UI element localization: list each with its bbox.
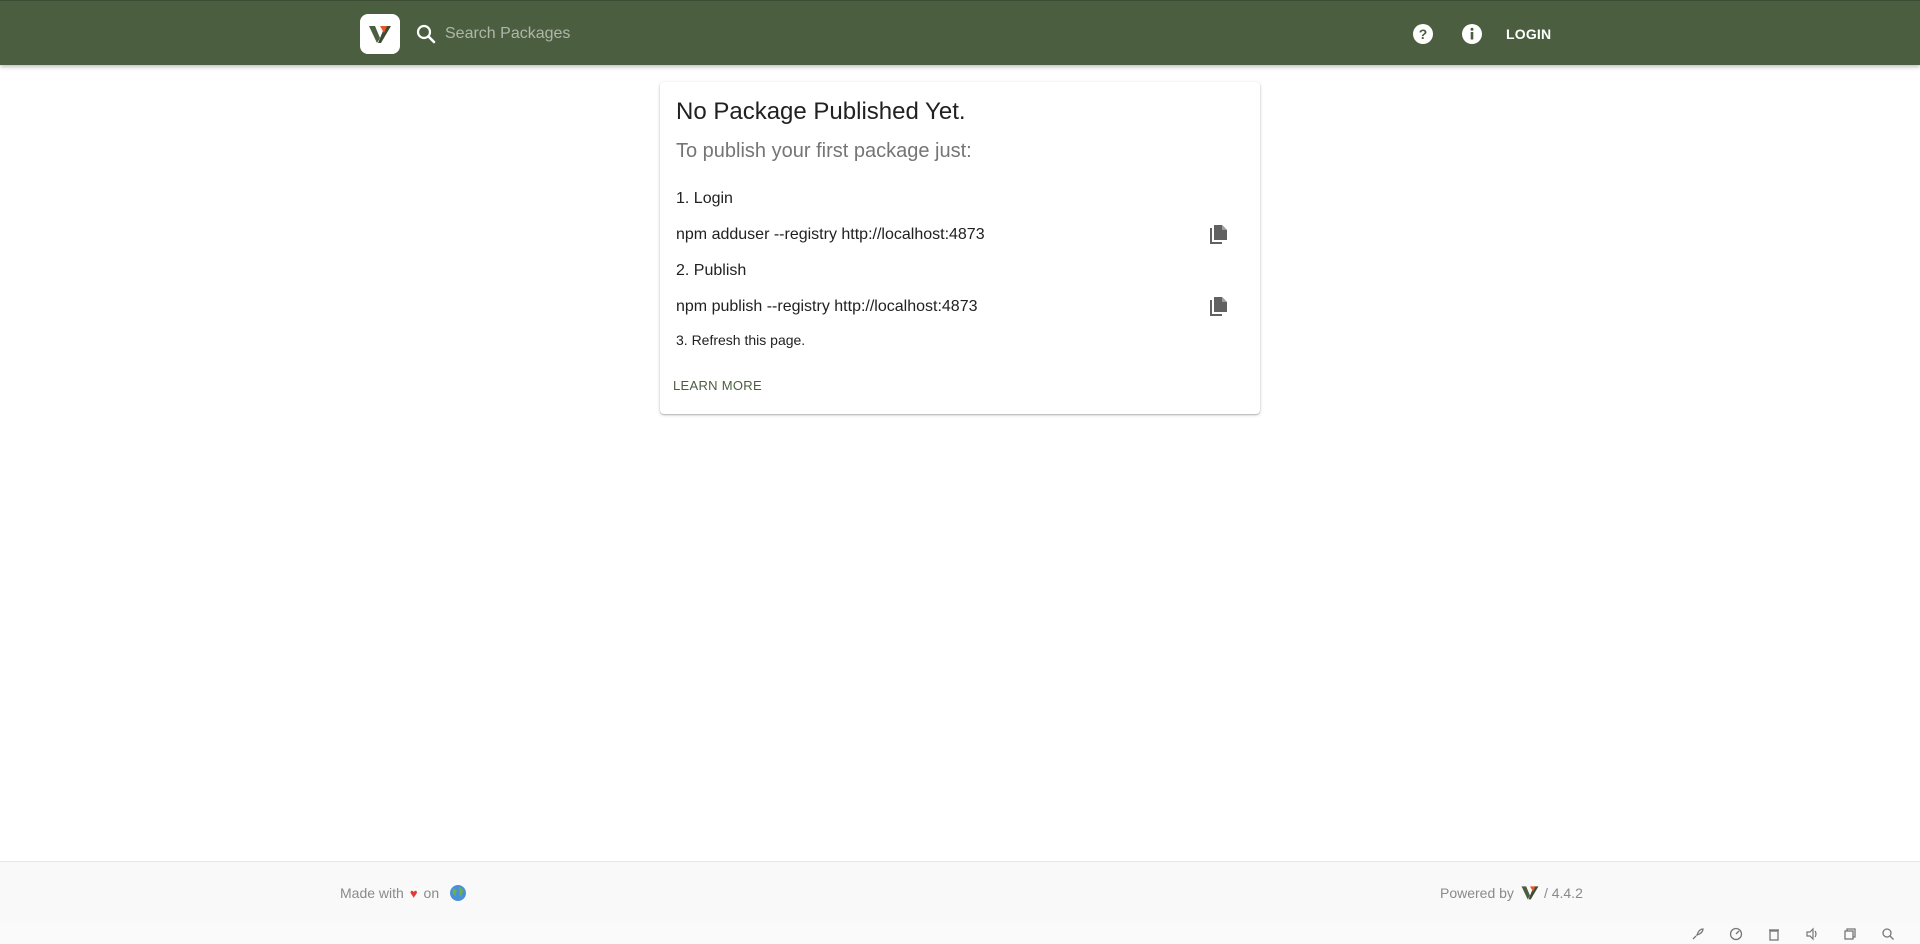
made-with-label: Made with (340, 885, 404, 901)
help-icon: ? (1413, 24, 1433, 44)
zoom-icon[interactable] (1880, 926, 1896, 942)
made-with-text: Made with ♥ on (340, 884, 467, 902)
step-login: 1. Login (676, 190, 733, 207)
version-label: / 4.4.2 (1543, 884, 1583, 901)
globe-icon[interactable] (449, 884, 467, 902)
svg-text:?: ? (1419, 26, 1428, 42)
powered-by: Powered by / 4.4.2 (1440, 884, 1583, 901)
volume-icon[interactable] (1804, 926, 1820, 942)
publish-command: npm publish --registry http://localhost:… (676, 298, 978, 315)
powered-by-label: Powered by (1440, 884, 1514, 901)
trash-icon[interactable] (1766, 926, 1782, 942)
copy-icon (1210, 297, 1227, 316)
adduser-command: npm adduser --registry http://localhost:… (676, 226, 985, 243)
search-input[interactable] (445, 19, 1005, 49)
heart-icon: ♥ (409, 885, 418, 901)
copy-adduser-button[interactable] (1204, 222, 1232, 250)
rocket-icon[interactable] (1690, 926, 1706, 942)
empty-registry-card: No Package Published Yet. To publish you… (660, 82, 1260, 414)
card-subtitle: To publish your first package just: (676, 140, 972, 162)
on-label: on (423, 885, 440, 901)
copy-publish-button[interactable] (1204, 294, 1232, 322)
card-title: No Package Published Yet. (676, 98, 966, 125)
step-refresh: 3. Refresh this page. (676, 332, 806, 348)
help-button[interactable]: ? (1407, 18, 1439, 50)
info-icon (1462, 24, 1482, 44)
logo-icon (369, 26, 391, 43)
verdaccio-logo[interactable] (360, 14, 400, 54)
copy-icon (1210, 225, 1227, 244)
verdaccio-mini-logo-icon (1521, 886, 1539, 900)
footer: Made with ♥ on Powered by / 4.4.2 (0, 861, 1920, 923)
window-icon[interactable] (1842, 926, 1858, 942)
app-header: ? LOGIN (0, 0, 1920, 65)
search-icon (414, 22, 438, 46)
login-button[interactable]: LOGIN (1498, 21, 1559, 47)
step-publish: 2. Publish (676, 262, 747, 279)
bottom-tray (0, 923, 1920, 944)
learn-more-button[interactable]: LEARN MORE (668, 372, 767, 399)
speed-icon[interactable] (1728, 926, 1744, 942)
info-button[interactable] (1456, 18, 1488, 50)
